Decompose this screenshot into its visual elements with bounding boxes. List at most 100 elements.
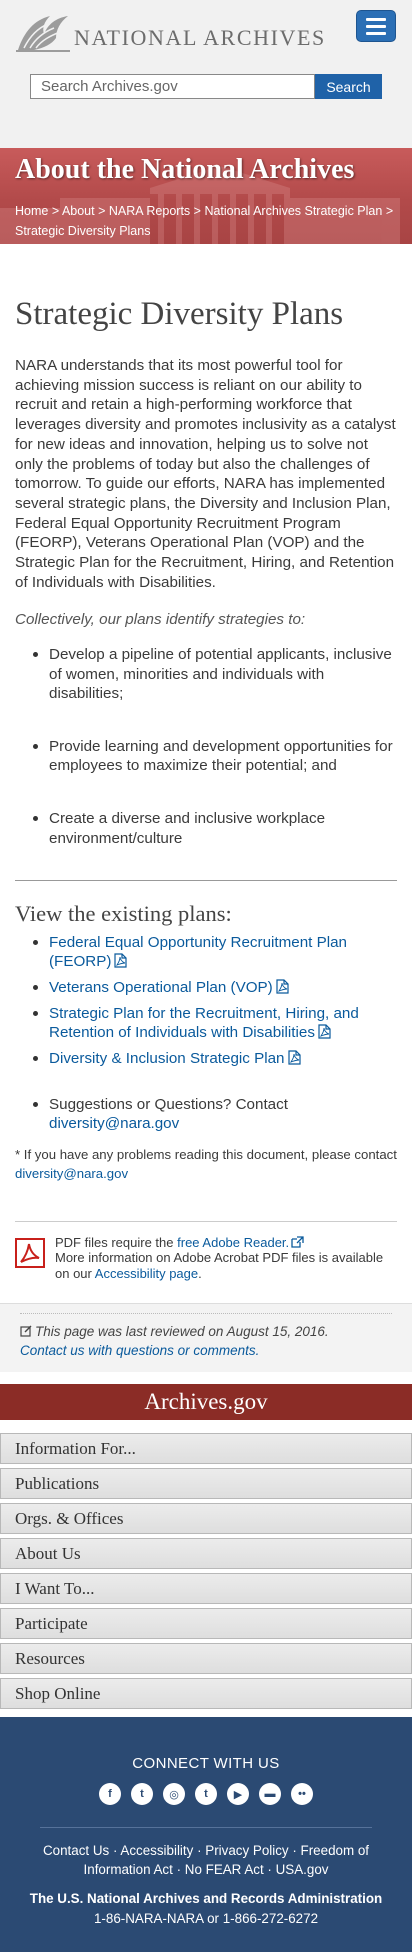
footer-nav-about-us[interactable]: About Us: [0, 1538, 412, 1570]
plans-list: Federal Equal Opportunity Recruitment Pl…: [15, 933, 397, 1068]
plans-heading: View the existing plans:: [15, 900, 232, 926]
last-reviewed-text: This page was last reviewed on August 15…: [35, 1324, 329, 1340]
menu-button[interactable]: [356, 10, 396, 42]
list-item: Federal Equal Opportunity Recruitment Pl…: [33, 933, 397, 971]
review-box: This page was last reviewed on August 15…: [0, 1303, 412, 1373]
footer-link-usa-gov[interactable]: USA.gov: [276, 1862, 329, 1877]
breadcrumb-separator: >: [385, 204, 394, 218]
search-form: Search: [30, 74, 382, 99]
connect-heading: CONNECT WITH US: [132, 1755, 280, 1773]
social-links: f t ◎ t ▶ ▬ ••: [0, 1783, 412, 1806]
eagle-logo-icon: [16, 16, 70, 52]
org-name: The U.S. National Archives and Records A…: [29, 1891, 383, 1907]
contact-email-link[interactable]: diversity@nara.gov: [49, 1115, 179, 1132]
site-logo[interactable]: NATIONAL ARCHIVES: [14, 10, 326, 54]
divider: [40, 1827, 372, 1829]
pdf-notice-line1: PDF files require the: [55, 1234, 174, 1250]
instagram-icon[interactable]: ◎: [163, 1783, 185, 1806]
contact-list: Suggestions or Questions? Contact diversi…: [15, 1095, 397, 1133]
vop-plan-link[interactable]: Veterans Operational Plan (VOP): [49, 979, 273, 996]
breadcrumb-reports-link[interactable]: NARA Reports: [109, 204, 190, 218]
pdf-notice-text: PDF files require the free Adobe Reader.…: [55, 1235, 397, 1282]
footer-link-contact-us[interactable]: Contact Us: [43, 1843, 109, 1858]
footer-nav: Information For... Publications Orgs. & …: [0, 1420, 412, 1710]
link-separator: ·: [292, 1843, 297, 1859]
breadcrumb-home-link[interactable]: Home: [15, 204, 48, 218]
footer-nav-i-want-to[interactable]: I Want To...: [0, 1573, 412, 1605]
note-prefix: * If you have any problems reading this …: [15, 1146, 397, 1162]
pdf-icon: [276, 979, 289, 994]
accessibility-page-link[interactable]: Accessibility page: [95, 1266, 198, 1281]
phone-number: 1-86-NARA-NARA or 1-866-272-6272: [93, 1911, 319, 1927]
breadcrumb-separator: >: [98, 204, 106, 218]
footer-link-no-fear-act[interactable]: No FEAR Act: [185, 1862, 264, 1877]
breadcrumb-separator: >: [51, 204, 60, 218]
divider: [15, 1220, 397, 1222]
divider: [15, 879, 397, 881]
footer-links: Contact Us · Accessibility · Privacy Pol…: [30, 1841, 382, 1879]
note-email-link[interactable]: diversity@nara.gov: [15, 1166, 128, 1181]
adobe-reader-icon: [15, 1237, 45, 1268]
accessibility-note: * If you have any problems reading this …: [15, 1145, 397, 1183]
youtube-icon[interactable]: ▶: [227, 1783, 249, 1806]
strategies-lead: Collectively, our plans identify strateg…: [15, 611, 306, 629]
pdf-icon: [114, 953, 128, 968]
footer-nav-publications[interactable]: Publications: [0, 1468, 412, 1500]
list-item: Develop a pipeline of potential applican…: [33, 645, 397, 703]
intro-paragraph: NARA understands that its most powerful …: [15, 357, 396, 591]
link-separator: ·: [112, 1843, 118, 1859]
search-input[interactable]: [30, 74, 315, 99]
hamburger-icon-bar: [366, 17, 386, 21]
link-separator: ·: [267, 1862, 272, 1878]
tumblr-icon[interactable]: t: [195, 1783, 217, 1806]
list-item: Veterans Operational Plan (VOP): [33, 978, 397, 997]
page-title: Strategic Diversity Plans: [15, 296, 344, 332]
banner-title: About the National Archives: [15, 154, 355, 185]
bottom-footer: CONNECT WITH US f t ◎ t ▶ ▬ •• Contact U…: [0, 1717, 412, 1952]
footer-nav-orgs-offices[interactable]: Orgs. & Offices: [0, 1503, 412, 1535]
footer-nav-resources[interactable]: Resources: [0, 1643, 412, 1675]
adobe-reader-link[interactable]: free Adobe Reader.: [177, 1235, 289, 1250]
footer-nav-participate[interactable]: Participate: [0, 1608, 412, 1640]
list-item: Suggestions or Questions? Contact diversi…: [33, 1095, 397, 1133]
footer-nav-shop-online[interactable]: Shop Online: [0, 1678, 412, 1710]
breadcrumb-separator: >: [193, 204, 201, 218]
search-button[interactable]: Search: [315, 74, 382, 99]
contact-prefix: Suggestions or Questions? Contact: [49, 1095, 288, 1113]
last-reviewed: This page was last reviewed on August 15…: [20, 1322, 392, 1341]
link-separator: ·: [176, 1862, 182, 1878]
site-bar[interactable]: Archives.gov: [0, 1384, 412, 1421]
site-header: NATIONAL ARCHIVES Search: [0, 0, 412, 148]
facebook-icon[interactable]: f: [99, 1783, 121, 1806]
footer-nav-information-for[interactable]: Information For...: [0, 1433, 412, 1465]
footer-link-accessibility[interactable]: Accessibility: [120, 1843, 193, 1858]
pdf-icon: [318, 1024, 331, 1039]
dotted-divider: [20, 1313, 392, 1315]
link-separator: ·: [197, 1843, 202, 1859]
page-banner: About the National Archives Home > About…: [0, 148, 412, 244]
disabilities-plan-link[interactable]: Strategic Plan for the Recruitment, Hiri…: [49, 1005, 359, 1041]
strategies-list: Develop a pipeline of potential applican…: [15, 645, 397, 847]
footer-link-privacy-policy[interactable]: Privacy Policy: [205, 1843, 288, 1858]
main-content: Strategic Diversity Plans NARA understan…: [0, 294, 412, 1281]
hamburger-icon-bar: [366, 31, 386, 35]
pdf-icon: [287, 1050, 301, 1065]
feorp-plan-link[interactable]: Federal Equal Opportunity Recruitment Pl…: [49, 934, 347, 970]
breadcrumb-strategic-plan-link[interactable]: National Archives Strategic Plan: [204, 204, 382, 218]
list-item: Strategic Plan for the Recruitment, Hiri…: [33, 1004, 397, 1042]
list-item: Create a diverse and inclusive workplace…: [33, 809, 397, 847]
flickr-icon[interactable]: ••: [291, 1783, 313, 1806]
pdf-notice: PDF files require the free Adobe Reader.…: [15, 1235, 397, 1282]
edit-icon: [20, 1325, 32, 1337]
breadcrumb-current: Strategic Diversity Plans: [15, 224, 151, 238]
breadcrumb: Home > About > NARA Reports > National A…: [15, 201, 395, 241]
breadcrumb-about-link[interactable]: About: [62, 204, 95, 218]
site-name: NATIONAL ARCHIVES: [74, 25, 326, 50]
blog-icon[interactable]: ▬: [259, 1783, 281, 1806]
external-link-icon: [291, 1236, 304, 1248]
diversity-inclusion-plan-link[interactable]: Diversity & Inclusion Strategic Plan: [49, 1050, 285, 1067]
period: .: [198, 1265, 202, 1281]
contact-us-link[interactable]: Contact us with questions or comments.: [20, 1343, 259, 1358]
twitter-icon[interactable]: t: [131, 1783, 153, 1806]
hamburger-icon-bar: [366, 24, 386, 28]
